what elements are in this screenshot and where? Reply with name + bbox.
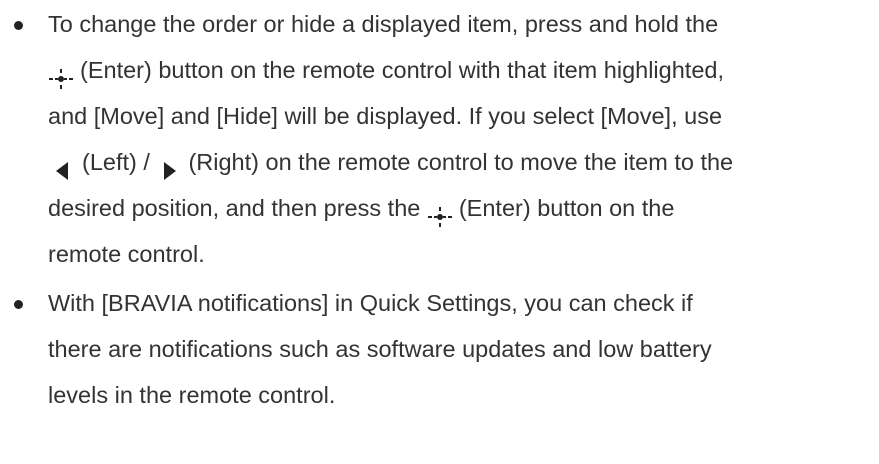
enter-button-icon — [427, 197, 453, 227]
text-segment: (Enter) button on the remote control wit… — [80, 57, 724, 83]
right-arrow-icon — [158, 151, 180, 180]
text-line: To change the order or hide a displayed … — [48, 11, 719, 37]
list-item-reorder-hide: To change the order or hide a displayed … — [0, 1, 879, 277]
text-line: there are notifications such as software… — [48, 336, 712, 362]
text-line: With [BRAVIA notifications] in Quick Set… — [48, 290, 693, 316]
text-segment: (Enter) button on the — [458, 195, 675, 221]
text-segment: (Left) / — [82, 149, 150, 175]
left-arrow-icon — [52, 151, 74, 180]
text-line: and [Move] and [Hide] will be displayed.… — [48, 103, 723, 129]
bullet-dot — [14, 21, 23, 30]
text-line: levels in the remote control. — [48, 382, 336, 408]
enter-button-icon — [48, 59, 74, 89]
list-item-bravia-notifications: With [BRAVIA notifications] in Quick Set… — [0, 280, 879, 418]
text-line: remote control. — [48, 241, 205, 267]
text-segment: (Right) on the remote control to move th… — [188, 149, 734, 175]
text-line: (Left) / (Right) on the remote control t… — [48, 139, 879, 185]
text-segment: desired position, and then press the — [48, 195, 421, 221]
text-line: desired position, and then press the (En… — [48, 185, 879, 231]
help-document: To change the order or hide a displayed … — [0, 0, 879, 418]
text-line: (Enter) button on the remote control wit… — [48, 47, 879, 93]
bullet-dot — [14, 300, 23, 309]
